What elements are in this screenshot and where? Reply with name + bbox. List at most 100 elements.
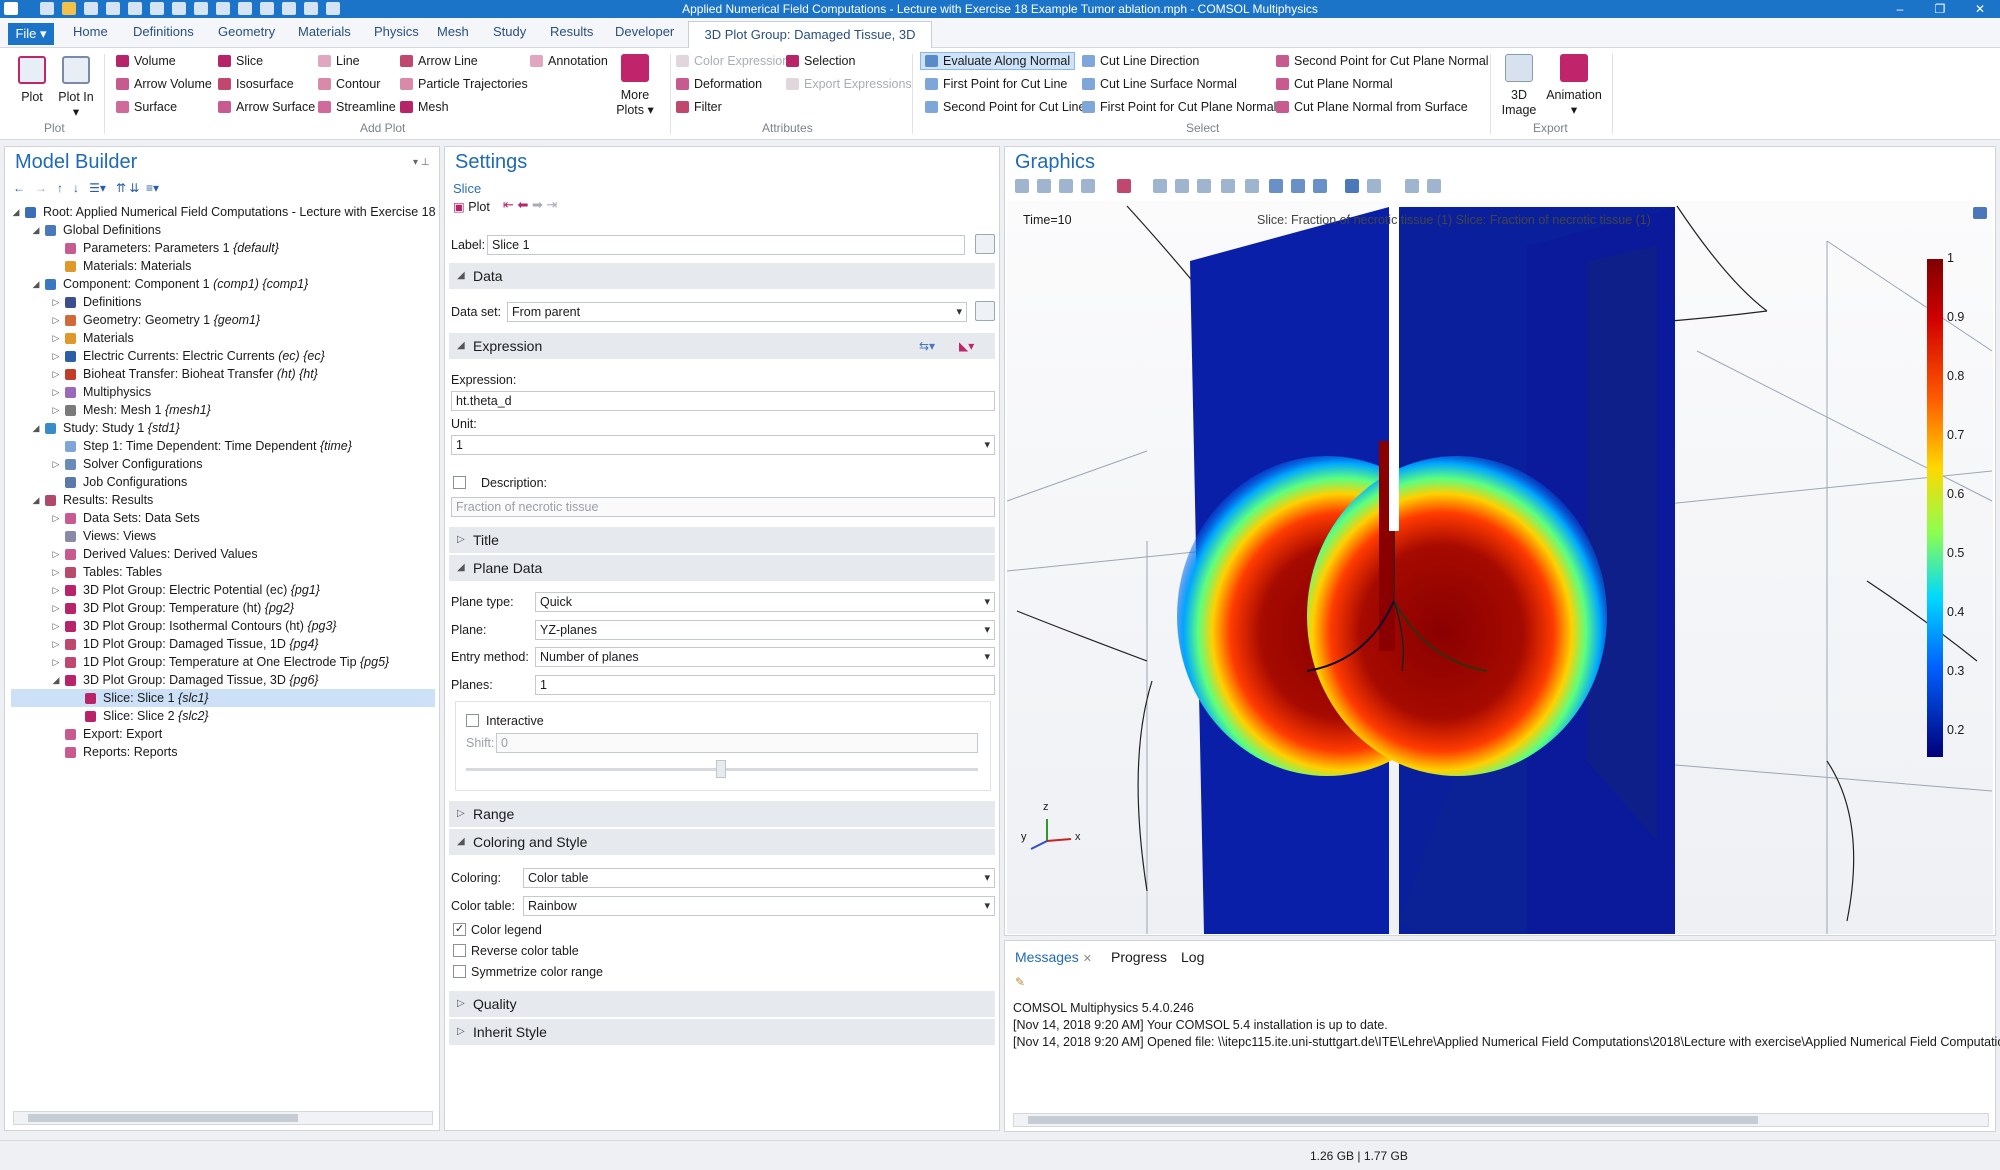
graphics-canvas[interactable]: Time=10 Slice: Fraction of necrotic tiss… [1006, 201, 1993, 934]
collapse-all-icon[interactable]: ⇈ [116, 181, 126, 195]
tree-node[interactable]: ◢ 3D Plot Group: Damaged Tissue, 3D {pg6} [11, 671, 435, 689]
tree-node[interactable]: ▷ 3D Plot Group: Temperature (ht) {pg2} [11, 599, 435, 617]
selection-button[interactable]: Selection [786, 54, 855, 68]
tree-node[interactable]: ▷ Multiphysics [11, 383, 435, 401]
tree-node[interactable]: ◢ Study: Study 1 {std1} [11, 419, 435, 437]
view-axes-icon[interactable] [1117, 179, 1131, 193]
expand-toggle-icon[interactable]: ▷ [51, 581, 61, 599]
cut-line-surface-normal-button[interactable]: Cut Line Surface Normal [1082, 77, 1237, 91]
tree-node[interactable]: ▷ Electric Currents: Electric Currents (e… [11, 347, 435, 365]
tree-node[interactable]: Reports: Reports [11, 743, 435, 761]
expand-toggle-icon[interactable]: ▷ [51, 635, 61, 653]
tree-node[interactable]: ▷ Geometry: Geometry 1 {geom1} [11, 311, 435, 329]
expand-toggle-icon[interactable]: ▷ [51, 563, 61, 581]
expand-toggle-icon[interactable]: ▷ [51, 311, 61, 329]
close-tab-icon[interactable]: ✕ [1083, 953, 1092, 965]
view-zx-icon[interactable] [1197, 179, 1211, 193]
description-input[interactable]: Fraction of necrotic tissue [451, 497, 995, 517]
interactive-checkbox[interactable] [466, 714, 479, 727]
view-xy-icon[interactable] [1153, 179, 1167, 193]
tree-node[interactable]: ▷ Derived Values: Derived Values [11, 545, 435, 563]
expand-toggle-icon[interactable]: ◢ [31, 221, 41, 239]
zoom-in-icon[interactable] [1015, 179, 1029, 193]
close-button[interactable]: ✕ [1960, 0, 2000, 18]
view-yz-icon[interactable] [1175, 179, 1189, 193]
tab-study[interactable]: Study [493, 24, 526, 39]
filter-button[interactable]: Filter [676, 100, 722, 114]
cut-plane-normal-surface-button[interactable]: Cut Plane Normal from Surface [1276, 100, 1468, 114]
expand-toggle-icon[interactable]: ▷ [51, 329, 61, 347]
tree-node[interactable]: ▷ Tables: Tables [11, 563, 435, 581]
tree-options-icon[interactable]: ≡▾ [146, 181, 159, 195]
tab-plot-group-context[interactable]: 3D Plot Group: Damaged Tissue, 3D (pg6) [688, 21, 932, 68]
expand-toggle-icon[interactable]: ▷ [51, 293, 61, 311]
expand-toggle-icon[interactable]: ▷ [51, 509, 61, 527]
contour-button[interactable]: Contour [318, 77, 380, 91]
tab-developer[interactable]: Developer [615, 24, 674, 39]
show-icon[interactable]: ☰▾ [89, 181, 106, 195]
tree-node[interactable]: ◢ Component: Component 1 (comp1) {comp1} [11, 275, 435, 293]
move-up-icon[interactable]: ↑ [57, 181, 63, 195]
section-range[interactable]: ▷ Range [449, 801, 995, 827]
expression-input[interactable]: ht.theta_d [451, 391, 995, 411]
back-icon[interactable]: ← [13, 181, 25, 195]
tab-home[interactable]: Home [73, 24, 108, 39]
expand-toggle-icon[interactable]: ◢ [51, 671, 61, 689]
line-button[interactable]: Line [318, 54, 360, 68]
expand-toggle-icon[interactable]: ▷ [51, 347, 61, 365]
tab-messages[interactable]: Messages ✕ [1015, 949, 1092, 965]
expand-toggle-icon[interactable]: ▷ [51, 383, 61, 401]
zoom-box-icon[interactable] [1059, 179, 1073, 193]
color-expression-button[interactable]: Color Expression [676, 54, 789, 68]
tab-definitions[interactable]: Definitions [133, 24, 194, 39]
expand-toggle-icon[interactable]: ▷ [51, 401, 61, 419]
first-point-cut-line-button[interactable]: First Point for Cut Line [925, 77, 1067, 91]
more-plots-button[interactable]: More Plots ▾ [610, 54, 660, 118]
planes-input[interactable]: 1 [535, 675, 995, 695]
tree-node[interactable]: ▷ Solver Configurations [11, 455, 435, 473]
settings-plot-button[interactable]: ▣ Plot [453, 199, 490, 214]
section-data[interactable]: ◢ Data [449, 263, 995, 289]
annotation-button[interactable]: Annotation [530, 54, 608, 68]
rotate-icon[interactable] [1221, 179, 1235, 193]
export-expressions-button[interactable]: Export Expressions [786, 77, 912, 91]
expand-all-icon[interactable]: ⇊ [129, 181, 139, 195]
render-mode-icon[interactable] [1313, 179, 1327, 193]
show-legends-icon[interactable] [1345, 179, 1359, 193]
tab-materials[interactable]: Materials [298, 24, 351, 39]
section-title[interactable]: ▷ Title [449, 527, 995, 553]
cut-line-direction-button[interactable]: Cut Line Direction [1082, 54, 1199, 68]
arrow-volume-button[interactable]: Arrow Volume [116, 77, 212, 91]
tree-node[interactable]: Views: Views [11, 527, 435, 545]
3d-image-button[interactable]: 3D Image [1494, 54, 1544, 118]
symmetrize-checkbox[interactable] [453, 965, 466, 978]
tab-log[interactable]: Log [1181, 949, 1204, 965]
tree-node[interactable]: ▷ Definitions [11, 293, 435, 311]
plot-navigation-icons[interactable]: ⇤ ⬅ ➡ ⇥ [503, 197, 557, 213]
replace-expression-icon[interactable]: ⇆▾ [919, 333, 935, 359]
expand-toggle-icon[interactable]: ▷ [51, 365, 61, 383]
description-checkbox[interactable] [453, 476, 466, 489]
tree-node[interactable]: ▷ 3D Plot Group: Isothermal Contours (ht)… [11, 617, 435, 635]
tab-mesh[interactable]: Mesh [437, 24, 469, 39]
expand-toggle-icon[interactable]: ▷ [51, 599, 61, 617]
plot-in-button[interactable]: Plot In ▾ [56, 56, 96, 120]
scene-light-icon[interactable] [1245, 179, 1259, 193]
tab-file[interactable]: File ▾ [8, 23, 54, 45]
tree-node[interactable]: ▷ Materials [11, 329, 435, 347]
shift-slider-thumb[interactable] [716, 760, 726, 778]
graphics-overlay-icon[interactable] [1973, 207, 1987, 219]
section-quality[interactable]: ▷ Quality [449, 991, 995, 1017]
section-plane-data[interactable]: ◢ Plane Data [449, 555, 995, 581]
tree-node[interactable]: ▷ 1D Plot Group: Damaged Tissue, 1D {pg4} [11, 635, 435, 653]
color-table-select[interactable]: Rainbow [523, 896, 995, 916]
tree-node[interactable]: Export: Export [11, 725, 435, 743]
tree-node[interactable]: ◢ Root: Applied Numerical Field Computati… [11, 203, 436, 221]
tree-node[interactable]: ▷ Mesh: Mesh 1 {mesh1} [11, 401, 435, 419]
insert-expression-icon[interactable]: ◣▾ [959, 333, 974, 359]
label-input[interactable]: Slice 1 [487, 235, 965, 255]
tab-results[interactable]: Results [550, 24, 593, 39]
grid-icon[interactable] [1367, 179, 1381, 193]
expand-toggle-icon[interactable]: ▷ [51, 545, 61, 563]
scrollbar-thumb[interactable] [1028, 1116, 1758, 1124]
